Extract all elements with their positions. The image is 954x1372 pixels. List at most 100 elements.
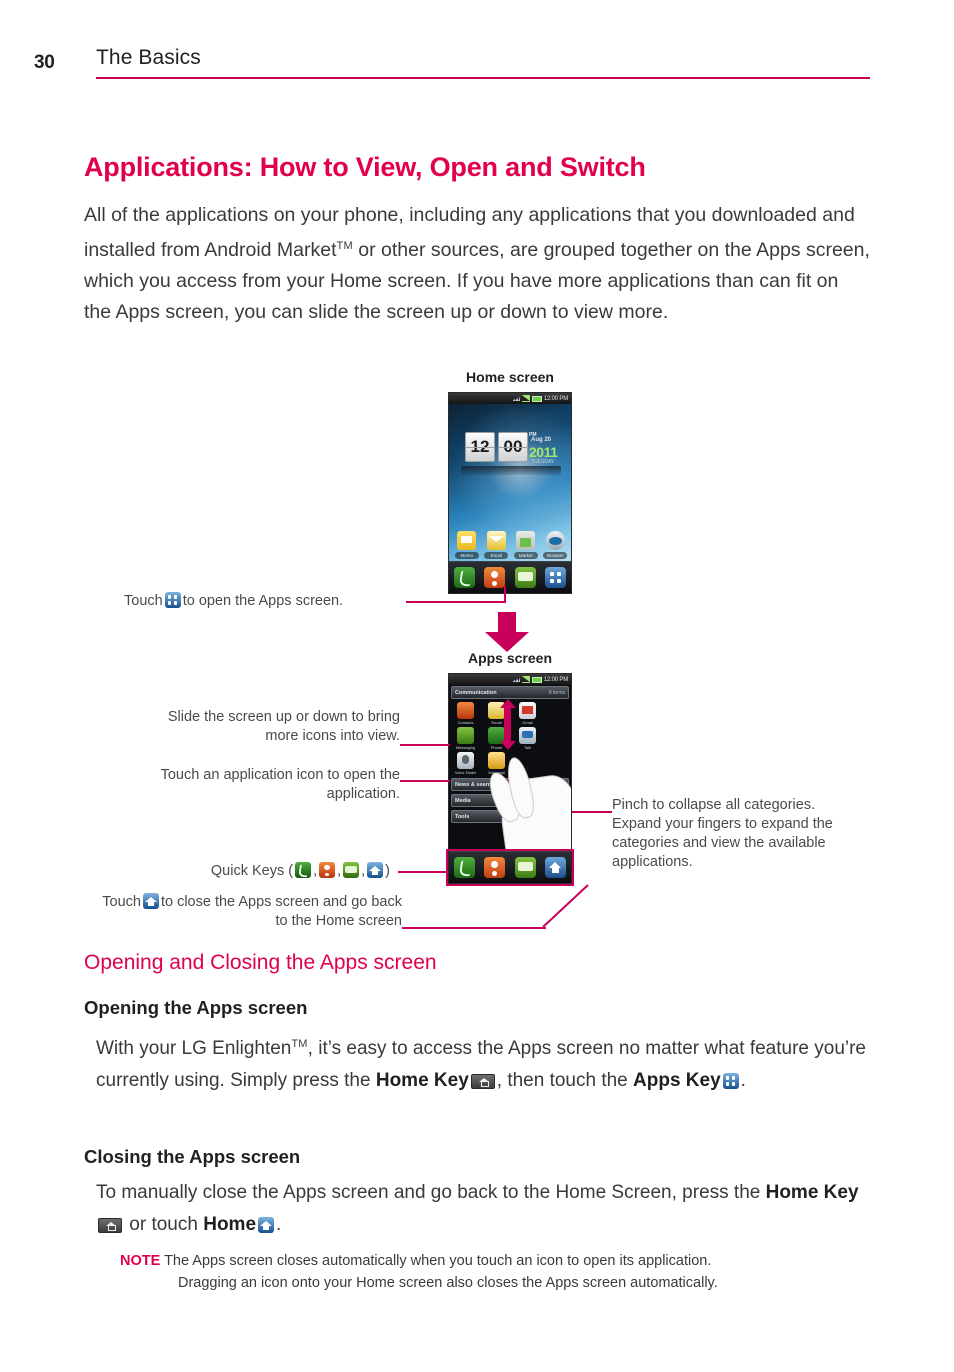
voice-dialer-icon (457, 752, 474, 769)
header-rule (96, 77, 870, 79)
opening-body-text: With your LG EnlightenTM, it’s easy to a… (96, 1028, 876, 1097)
home-quick-keys-bar (449, 561, 571, 593)
callout-close-pre: Touch (102, 894, 141, 910)
phone-quick-key-icon (453, 567, 475, 588)
flow-arrow-stem (498, 612, 516, 634)
status-time: 12:00 PM (543, 676, 568, 683)
home-app-label: Email (484, 552, 509, 559)
closing-text-1: To manually close the Apps screen and go… (96, 1182, 766, 1203)
scroll-arrow-down-head (500, 741, 516, 750)
app-item: Messaging (450, 727, 481, 750)
leader-line-close-apps-diagonal (542, 884, 589, 928)
app-label: Voice Dialer (454, 770, 477, 775)
intro-paragraph: All of the applications on your phone, i… (84, 200, 870, 328)
note-line-2-wrapper: Dragging an icon onto your Home screen a… (178, 1272, 878, 1294)
callout-close-post: to close the Apps screen and go back to … (160, 894, 402, 929)
app-label: Talk (523, 745, 532, 750)
home-icon (367, 862, 384, 878)
trademark-symbol: TM (291, 1038, 308, 1050)
flow-arrow-head (485, 632, 529, 652)
opening-text-4: . (740, 1070, 746, 1091)
home-app-label: Memo (454, 552, 479, 559)
app-label: Contacts (457, 720, 474, 725)
battery-icon (531, 395, 542, 402)
category-name: Communication (455, 689, 497, 696)
messaging-icon (457, 727, 474, 744)
leader-line-slide-screen (400, 744, 450, 746)
contacts-icon (457, 702, 474, 719)
trademark-symbol: TM (336, 240, 353, 252)
app-item: Gmail (512, 702, 543, 725)
home-screen-phone-image: 12:00 PM 12 00 PM Aug 20 2011 TUESDAY Me… (448, 392, 572, 594)
category-count: 8 items (548, 689, 565, 696)
browser-icon (545, 531, 565, 550)
network-icon (512, 677, 520, 682)
talk-icon (519, 727, 536, 744)
category-header-communication: Communication 8 items (451, 686, 569, 699)
opening-text-1: With your LG Enlighten (96, 1038, 292, 1059)
status-bar: 12:00 PM (449, 674, 571, 685)
closing-body-text: To manually close the Apps screen and go… (96, 1177, 876, 1241)
opening-text-3: , then touch the (496, 1070, 634, 1091)
clock-year: 2011 (529, 444, 558, 460)
category-name: Media (455, 797, 471, 804)
status-bar: 12:00 PM (449, 393, 571, 404)
network-icon (512, 396, 520, 401)
apps-screen-caption: Apps screen (467, 650, 553, 666)
messaging-icon (343, 862, 360, 878)
app-item: Contacts (450, 702, 481, 725)
home-icon-row: Memo Email Market Browser (452, 531, 570, 559)
phone-icon (295, 862, 312, 878)
callout-touch-app-icon: Touch an application icon to open the ap… (160, 767, 400, 802)
clock-hour: 12 (465, 432, 495, 462)
apps-quick-key-icon (545, 567, 567, 588)
home-app-label: Market (513, 552, 538, 559)
home-key-label: Home Key (375, 1070, 469, 1091)
callout-pinch-expand: Pinch to collapse all categories. Expand… (612, 797, 833, 870)
apps-key-icon (164, 592, 181, 608)
clock-date: Aug 20 (531, 437, 552, 443)
apps-key-icon (722, 1073, 739, 1089)
home-icon (142, 893, 159, 909)
scroll-arrow-stem (504, 707, 511, 743)
contacts-quick-key-icon (484, 567, 506, 588)
note-block: NOTE The Apps screen closes automaticall… (120, 1250, 860, 1272)
app-item: Talk (512, 727, 543, 750)
clock-minute: 00 (498, 432, 528, 462)
scroll-arrow-up-head (500, 699, 516, 708)
callout-open-apps-post: to open the Apps screen. (182, 593, 344, 609)
home-icon (258, 1217, 275, 1233)
email-icon (486, 531, 506, 550)
home-key-icon (98, 1218, 122, 1233)
clock-shelf (461, 466, 561, 475)
closing-text-3: . (276, 1214, 282, 1235)
contacts-icon (319, 862, 336, 878)
leader-line-pinch (572, 811, 612, 813)
callout-open-apps-screen: Touch to open the Apps screen. (124, 592, 424, 611)
page-header: 30 The Basics (0, 44, 954, 84)
clock-day: TUESDAY (531, 459, 555, 465)
note-label: NOTE (120, 1253, 161, 1269)
voicemail-icon (488, 752, 505, 769)
home-key-label: Home Key (765, 1182, 859, 1203)
callout-close-apps-screen: Touch to close the Apps screen and go bac… (92, 893, 402, 931)
header-title: The Basics (96, 46, 201, 69)
leader-line-close-apps (402, 927, 546, 929)
home-key-icon (470, 1074, 495, 1089)
note-line-2: Dragging an icon onto your Home screen a… (178, 1275, 718, 1291)
signal-icon (521, 676, 530, 683)
home-app-item: Email (484, 531, 509, 559)
quick-keys-highlight-box (446, 849, 574, 886)
battery-icon (531, 676, 542, 683)
category-name: News & search (455, 781, 495, 788)
leader-line-open-apps (406, 601, 506, 603)
section-heading-opening-closing: Opening and Closing the Apps screen (84, 951, 437, 974)
app-item: Voice Dialer (450, 752, 481, 775)
home-wallpaper: 12 00 PM Aug 20 2011 TUESDAY Memo Email … (449, 404, 571, 593)
category-name: Tools (455, 813, 470, 820)
home-app-item: Browser (543, 531, 568, 559)
home-app-item: Market (513, 531, 538, 559)
subsection-heading-closing: Closing the Apps screen (84, 1146, 301, 1167)
messaging-quick-key-icon (514, 567, 536, 588)
callout-quick-keys: Quick Keys (,,,) (210, 862, 390, 879)
